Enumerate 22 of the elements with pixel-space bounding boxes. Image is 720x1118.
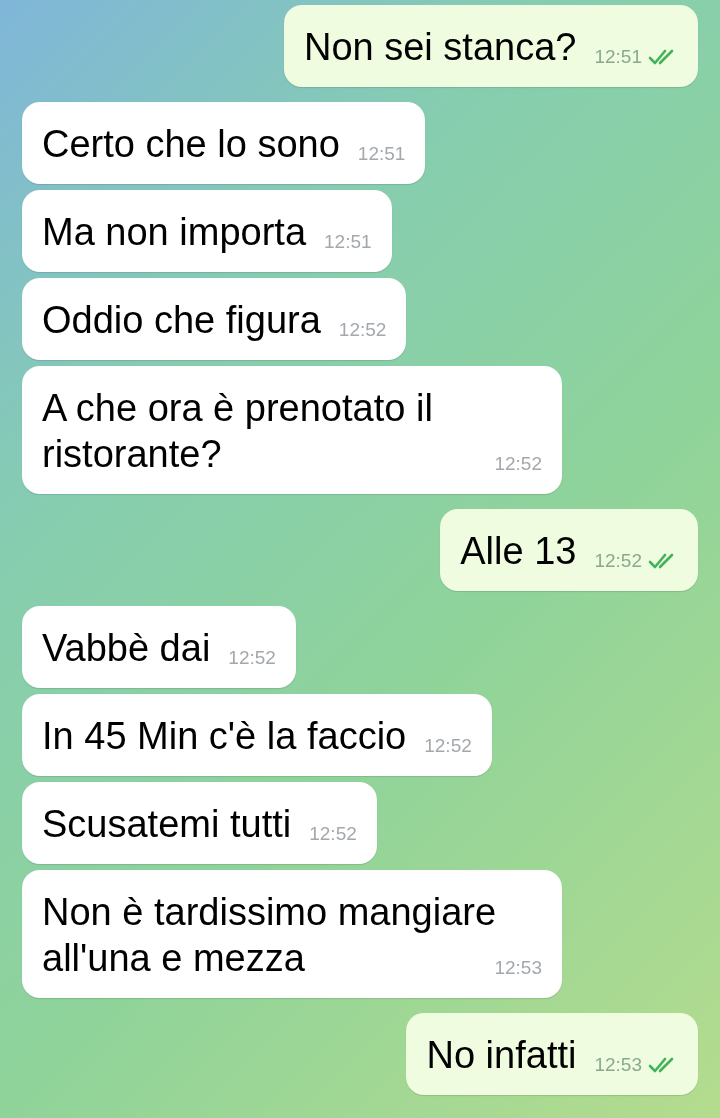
- message-time: 12:53: [494, 957, 542, 979]
- message-time: 12:52: [338, 319, 387, 341]
- message-text: A che ora è prenotato il ristorante?: [42, 387, 433, 475]
- message-text: In 45 Min c'è la faccio: [42, 715, 407, 757]
- message-text: No infatti: [426, 1034, 577, 1076]
- message-time: 12:51: [357, 143, 406, 165]
- message-time: 12:52: [309, 823, 357, 845]
- message-text: Non è tardissimo mangiare all'una e mezza: [42, 891, 497, 979]
- message-time: 12:52: [228, 647, 276, 669]
- message-time: 12:52: [494, 453, 542, 475]
- message-time: 12:52: [594, 550, 642, 572]
- message-text: Oddio che figura: [42, 299, 321, 341]
- message-text: Vabbè dai: [42, 627, 211, 669]
- message-text: Alle 13: [460, 530, 577, 572]
- message-time: 12:53: [594, 1054, 642, 1076]
- message-text: Certo che lo sono: [42, 123, 340, 165]
- message-text: Ma non importa: [42, 211, 306, 253]
- message-time: 12:52: [424, 735, 472, 757]
- message-text: Non sei stanca?: [303, 26, 577, 68]
- message-time: 12:51: [594, 46, 642, 68]
- message-time: 12:51: [324, 231, 372, 253]
- message-text: Scusatemi tutti: [42, 803, 292, 845]
